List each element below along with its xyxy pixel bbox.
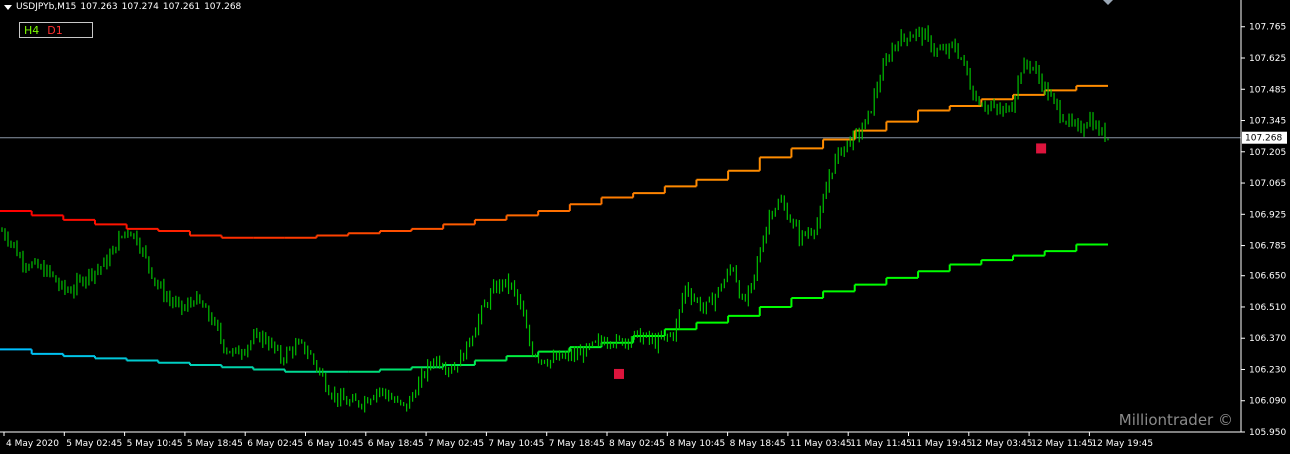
timeframe-h4: H4: [24, 23, 40, 37]
time-tick-label: 11 May 11:45: [850, 439, 912, 449]
time-tick-label: 11 May 19:45: [911, 439, 973, 449]
time-tick-label: 12 May 11:45: [1031, 439, 1093, 449]
time-tick-label: 8 May 10:45: [669, 439, 725, 449]
time-tick-label: 7 May 10:45: [488, 439, 544, 449]
current-price-label: 107.268: [1245, 134, 1282, 144]
time-axis: 4 May 2020 5 May 02:45 5 May 10:45 5 May 18…: [0, 431, 1241, 449]
time-tick-label: 12 May 03:45: [971, 439, 1033, 449]
price-axis: 107.765 107.625 107.485 107.345 107.205 107.0…: [1240, 0, 1287, 438]
price-series: [1, 25, 1109, 413]
band-lines: [0, 84, 1108, 373]
dropdown-arrow-icon[interactable]: [4, 4, 12, 10]
time-tick-label: 6 May 02:45: [247, 439, 303, 449]
low-value: 107.261: [162, 2, 201, 12]
price-tick-label: 106.230: [1249, 365, 1286, 375]
price-tick-label: 106.510: [1249, 303, 1286, 313]
chart-header: USDJPYb,M15 107.263 107.274 107.261 107.…: [4, 2, 241, 12]
price-tick-label: 107.765: [1249, 23, 1286, 33]
signal-marker[interactable]: [614, 368, 624, 379]
price-tick-label: 106.925: [1249, 210, 1286, 220]
price-tick-label: 107.065: [1249, 179, 1286, 189]
price-tick-label: 106.650: [1249, 272, 1286, 282]
time-tick-label: 5 May 10:45: [127, 439, 183, 449]
timeframe-d1: D1: [47, 23, 63, 37]
open-value: 107.263: [80, 2, 118, 12]
price-tick-label: 107.345: [1249, 117, 1286, 127]
price-chart[interactable]: 107.765 107.625 107.485 107.345 107.205 107.0…: [0, 0, 1290, 454]
time-tick-label: 7 May 18:45: [549, 439, 605, 449]
time-tick-label: 5 May 18:45: [187, 439, 243, 449]
timeframe-legend: H4 D1: [19, 22, 93, 38]
time-tick-label: 4 May 2020: [6, 439, 59, 449]
time-tick-label: 11 May 03:45: [790, 439, 852, 449]
time-tick-label: 6 May 10:45: [308, 439, 364, 449]
high-value: 107.274: [121, 2, 159, 12]
price-tick-label: 107.205: [1249, 148, 1286, 158]
price-tick-label: 106.370: [1249, 334, 1286, 344]
time-tick-label: 5 May 02:45: [66, 439, 122, 449]
watermark: Milliontrader ©: [1118, 411, 1233, 429]
time-tick-label: 12 May 19:45: [1091, 439, 1153, 449]
time-tick-label: 8 May 02:45: [609, 439, 665, 449]
time-tick-label: 8 May 18:45: [730, 439, 786, 449]
time-tick-label: 7 May 02:45: [428, 439, 484, 449]
price-tick-label: 105.950: [1249, 428, 1286, 438]
symbol-label: USDJPYb,M15: [16, 2, 77, 12]
signal-marker[interactable]: [1036, 143, 1047, 154]
price-tick-label: 106.090: [1249, 397, 1286, 407]
chart-shift-marker-icon[interactable]: [1103, 0, 1113, 5]
time-tick-label: 6 May 18:45: [368, 439, 424, 449]
price-tick-label: 107.625: [1249, 54, 1286, 64]
close-value: 107.268: [204, 2, 242, 12]
price-tick-label: 107.485: [1249, 85, 1286, 95]
price-tick-label: 106.785: [1249, 242, 1286, 252]
